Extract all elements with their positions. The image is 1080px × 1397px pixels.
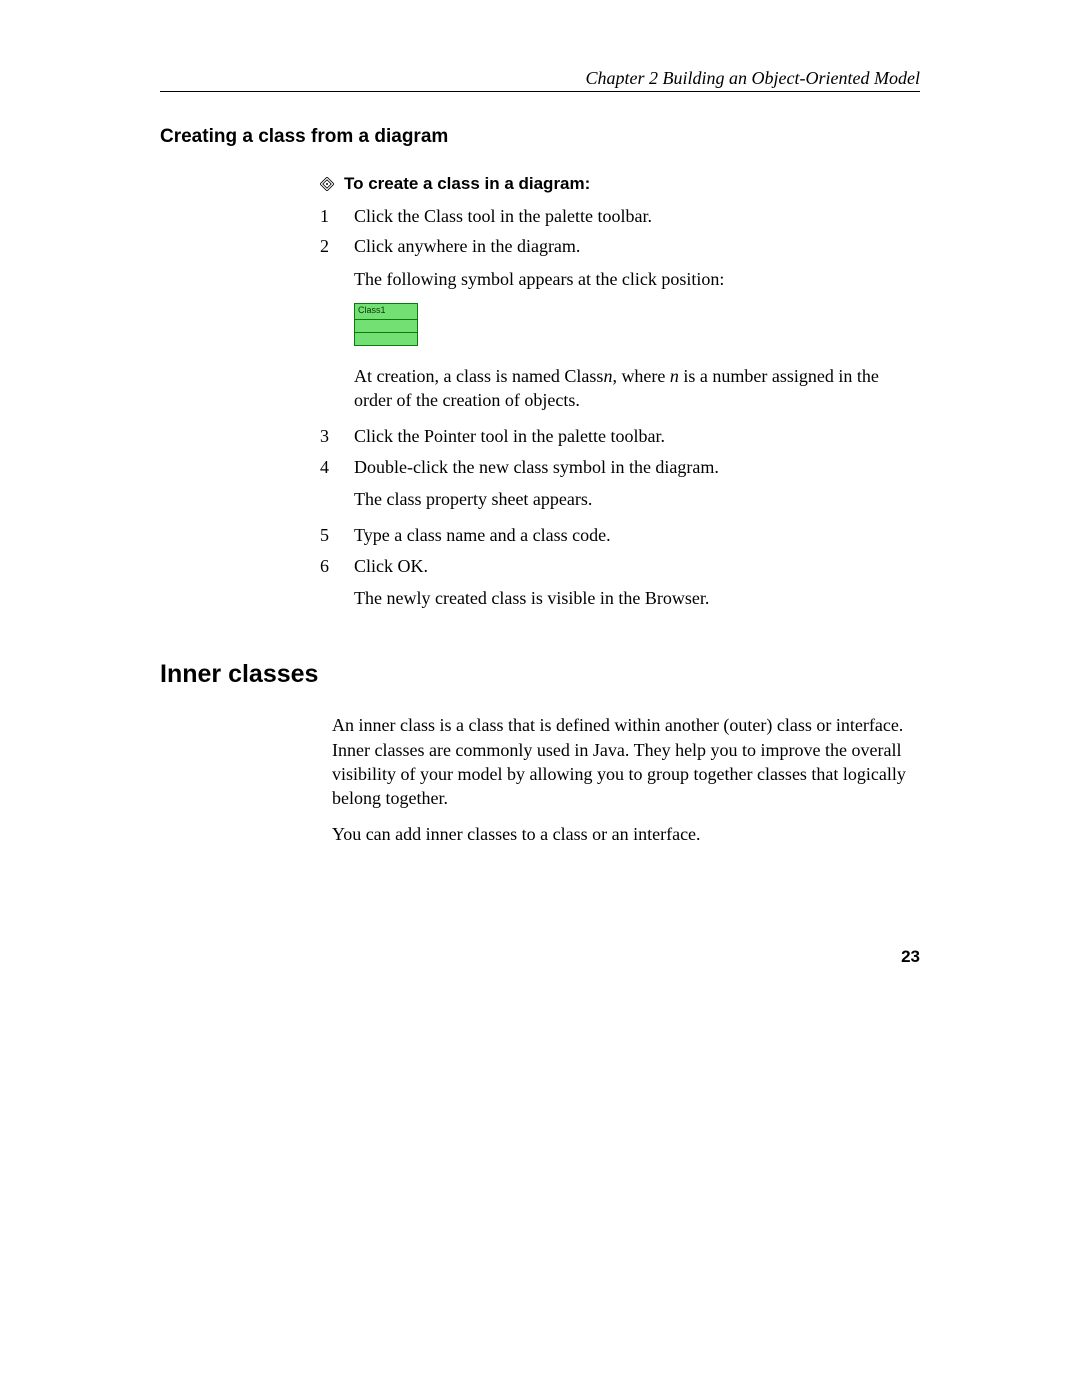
page-header: Chapter 2 Building an Object-Oriented Mo… xyxy=(160,68,920,92)
step-5: 5 Type a class name and a class code. xyxy=(320,523,920,547)
step-note: The class property sheet appears. xyxy=(354,487,920,511)
body-block: An inner class is a class that is define… xyxy=(332,713,920,846)
class-symbol-row xyxy=(355,333,417,345)
procedure-block: To create a class in a diagram: 1 Click … xyxy=(320,174,920,610)
text-fragment: , where xyxy=(612,366,669,386)
procedure-title-row: To create a class in a diagram: xyxy=(320,174,920,194)
class-symbol-row xyxy=(355,320,417,333)
steps-list: 3 Click the Pointer tool in the palette … xyxy=(320,424,920,479)
page-number: 23 xyxy=(901,947,920,967)
page-content: Chapter 2 Building an Object-Oriented Mo… xyxy=(160,68,920,859)
step-number: 5 xyxy=(320,523,354,547)
diamond-icon xyxy=(320,177,334,191)
section-heading: Creating a class from a diagram xyxy=(160,126,920,148)
step-number: 6 xyxy=(320,554,354,578)
class-symbol-figure: Class1 xyxy=(354,303,418,346)
text-fragment: At creation, a class is named Class xyxy=(354,366,603,386)
step-3: 3 Click the Pointer tool in the palette … xyxy=(320,424,920,448)
steps-list: 1 Click the Class tool in the palette to… xyxy=(320,204,920,259)
step-6: 6 Click OK. xyxy=(320,554,920,578)
step-note: The newly created class is visible in th… xyxy=(354,586,920,610)
inner-classes-heading: Inner classes xyxy=(160,660,920,689)
steps-list: 5 Type a class name and a class code. 6 … xyxy=(320,523,920,578)
step-number: 1 xyxy=(320,204,354,228)
step-text: Click the Class tool in the palette tool… xyxy=(354,204,920,228)
step-text: Click the Pointer tool in the palette to… xyxy=(354,424,920,448)
step-number: 2 xyxy=(320,234,354,258)
step-text: Click anywhere in the diagram. xyxy=(354,234,920,258)
paragraph: You can add inner classes to a class or … xyxy=(332,822,920,846)
paragraph: An inner class is a class that is define… xyxy=(332,713,920,810)
step-text: Double-click the new class symbol in the… xyxy=(354,455,920,479)
class-symbol-name: Class1 xyxy=(355,304,417,320)
step-4: 4 Double-click the new class symbol in t… xyxy=(320,455,920,479)
step-number: 4 xyxy=(320,455,354,479)
procedure-title: To create a class in a diagram: xyxy=(344,174,590,194)
step-2: 2 Click anywhere in the diagram. xyxy=(320,234,920,258)
italic-n: n xyxy=(670,366,679,386)
step-note: At creation, a class is named Class n, wh… xyxy=(354,364,920,413)
step-1: 1 Click the Class tool in the palette to… xyxy=(320,204,920,228)
step-note: The following symbol appears at the clic… xyxy=(354,267,920,291)
step-text: Click OK. xyxy=(354,554,920,578)
header-text: Chapter 2 Building an Object-Oriented Mo… xyxy=(160,68,920,89)
step-text: Type a class name and a class code. xyxy=(354,523,920,547)
step-number: 3 xyxy=(320,424,354,448)
